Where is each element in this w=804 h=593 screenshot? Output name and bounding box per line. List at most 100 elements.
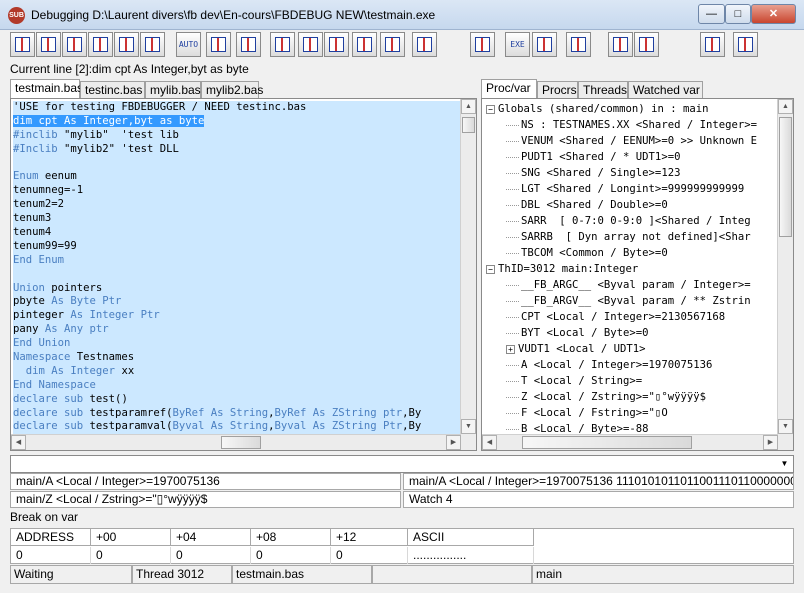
memory-header-address[interactable]: ADDRESS <box>11 529 91 546</box>
toolbar-stop-end-button[interactable] <box>236 32 261 57</box>
editor-horizontal-scrollbar[interactable]: ◀ ▶ <box>11 434 461 450</box>
code-line[interactable]: End Namespace <box>13 379 463 393</box>
code-line[interactable]: pbyte As Byte Ptr <box>13 295 463 309</box>
code-line[interactable] <box>13 268 463 282</box>
code-line[interactable]: End Enum <box>13 254 463 268</box>
tree-view[interactable]: − Globals (shared/common) in : main NS : T… <box>484 101 776 434</box>
scroll-thumb[interactable] <box>522 436 692 449</box>
watch-2[interactable]: main/A <Local / Integer>=1970075136 1110… <box>403 473 794 490</box>
code-line[interactable]: declare sub test() <box>13 393 463 407</box>
memory-header-08[interactable]: +08 <box>251 529 331 546</box>
scroll-thumb[interactable] <box>462 117 475 133</box>
code-line[interactable]: tenum4 <box>13 226 463 240</box>
tree-node[interactable]: SNG <Shared / Single>=123 <box>484 165 776 181</box>
scroll-right-icon[interactable]: ▶ <box>446 435 461 450</box>
code-line[interactable]: #Inclib "mylib2" 'test DLL <box>13 143 463 157</box>
memory-cell[interactable]: 0 <box>91 547 171 564</box>
code-line[interactable]: dim As Integer xx <box>13 365 463 379</box>
source-editor[interactable]: 'USE for testing FBDEBUGGER / NEED testi… <box>10 98 477 451</box>
memory-cell-ascii[interactable]: ................ <box>408 547 534 564</box>
close-button[interactable]: ✕ <box>751 4 796 24</box>
tree-node[interactable]: + VUDT1 <Local / UDT1> <box>484 341 776 357</box>
code-line[interactable]: dim cpt As Integer,byt as byte <box>13 114 463 129</box>
expand-icon[interactable]: + <box>506 344 515 354</box>
code-line[interactable]: #inclib "mylib" 'test lib <box>13 129 463 143</box>
code-line[interactable]: pinteger As Integer Ptr <box>13 309 463 323</box>
toolbar-kill-button[interactable] <box>270 32 295 57</box>
scroll-thumb[interactable] <box>221 436 261 449</box>
toolbar-tools-button[interactable] <box>608 32 633 57</box>
scroll-up-icon[interactable]: ▲ <box>461 99 476 114</box>
collapse-icon[interactable]: − <box>486 104 495 114</box>
code-line[interactable]: Namespace Testnames <box>13 351 463 365</box>
collapse-icon[interactable]: − <box>486 264 495 274</box>
tree-node[interactable]: PUDT1 <Shared / * UDT1>=0 <box>484 149 776 165</box>
toolbar-breakpoint-temp-button[interactable] <box>324 32 349 57</box>
toolbar-exe-mod-button[interactable] <box>470 32 495 57</box>
code-line[interactable]: Union pointers <box>13 282 463 296</box>
tab-mylib-bas[interactable]: mylib.bas <box>145 81 201 99</box>
code-line[interactable]: End Union <box>13 337 463 351</box>
tree-node[interactable]: BYT <Local / Byte>=0 <box>484 325 776 341</box>
code-line[interactable]: tenum2=2 <box>13 198 463 212</box>
tree-node[interactable]: SARR [ 0-7:0 0-9:0 ]<Shared / Integ <box>484 213 776 229</box>
toolbar-step-over-button[interactable] <box>36 32 61 57</box>
scroll-right-icon[interactable]: ▶ <box>763 435 778 450</box>
scroll-left-icon[interactable]: ◀ <box>11 435 26 450</box>
toolbar-skip-button[interactable] <box>352 32 377 57</box>
tree-node[interactable]: TBCOM <Common / Byte>=0 <box>484 245 776 261</box>
tree-node[interactable]: __FB_ARGC__ <Byval param / Integer>= <box>484 277 776 293</box>
tree-node[interactable]: LGT <Shared / Longint>=999999999999 <box>484 181 776 197</box>
code-line[interactable]: tenum3 <box>13 212 463 226</box>
toolbar-run-end-button[interactable] <box>206 32 231 57</box>
chevron-down-icon[interactable]: ▼ <box>777 457 792 471</box>
toolbar-step-button[interactable] <box>10 32 35 57</box>
variable-tree[interactable]: − Globals (shared/common) in : main NS : T… <box>481 98 794 451</box>
memory-cell[interactable]: 0 <box>331 547 408 564</box>
tree-node[interactable]: − ThID=3012 main:Integer <box>484 261 776 277</box>
toolbar-proc-button[interactable] <box>566 32 591 57</box>
tree-node[interactable]: VENUM <Shared / EENUM>=0 >> Unknown E <box>484 133 776 149</box>
tree-node[interactable]: NS : TESTNAMES.XX <Shared / Integer>= <box>484 117 776 133</box>
code-line[interactable]: 'USE for testing FBDEBUGGER / NEED testi… <box>13 101 463 115</box>
code-view[interactable]: 'USE for testing FBDEBUGGER / NEED testi… <box>13 101 463 436</box>
toolbar-list-a-button[interactable] <box>634 32 659 57</box>
editor-vertical-scrollbar[interactable]: ▲ ▼ <box>460 99 476 450</box>
toolbar-memory-button[interactable] <box>532 32 557 57</box>
maximize-button[interactable]: □ <box>725 4 751 24</box>
toolbar-run-to-cursor-button[interactable] <box>88 32 113 57</box>
tree-node[interactable]: − Globals (shared/common) in : main <box>484 101 776 117</box>
toolbar-step-out-button[interactable] <box>62 32 87 57</box>
memory-header-00[interactable]: +00 <box>91 529 171 546</box>
toolbar-fast-run-button[interactable] <box>114 32 139 57</box>
tab-threads[interactable]: Threads <box>578 81 628 99</box>
tree-node[interactable]: DBL <Shared / Double>=0 <box>484 197 776 213</box>
memory-cell[interactable]: 0 <box>251 547 331 564</box>
memory-header-ascii[interactable]: ASCII <box>408 529 534 546</box>
memory-cell[interactable]: 0 <box>171 547 251 564</box>
tab-mylib2-bas[interactable]: mylib2.bas <box>201 81 263 99</box>
tab-watched-var[interactable]: Watched var <box>628 81 703 99</box>
tree-node[interactable]: SARRB [ Dyn array not defined]<Shar <box>484 229 776 245</box>
tree-node[interactable]: __FB_ARGV__ <Byval param / ** Zstrin <box>484 293 776 309</box>
watch-4[interactable]: Watch 4 <box>403 491 794 508</box>
toolbar-auto-button[interactable]: AUTO <box>176 32 201 57</box>
tab-proc-var[interactable]: Proc/var <box>481 79 537 99</box>
scroll-down-icon[interactable]: ▼ <box>778 419 793 434</box>
toolbar-stop-button[interactable] <box>412 32 437 57</box>
toolbar-breakpoint-button[interactable] <box>298 32 323 57</box>
memory-header-12[interactable]: +12 <box>331 529 408 546</box>
memory-cell[interactable]: 0 <box>11 547 91 564</box>
tree-node[interactable]: A <Local / Integer>=1970075136 <box>484 357 776 373</box>
toolbar-list-c-button[interactable] <box>733 32 758 57</box>
tab-testmain-bas[interactable]: testmain.bas <box>10 79 83 99</box>
code-line[interactable]: declare sub testparamval(Byval As String… <box>13 420 463 434</box>
scroll-thumb[interactable] <box>779 117 792 237</box>
tree-horizontal-scrollbar[interactable]: ◀ ▶ <box>482 434 778 450</box>
code-line[interactable]: Enum eenum <box>13 170 463 184</box>
toolbar-show-line-button[interactable] <box>380 32 405 57</box>
tab-testinc-bas[interactable]: testinc.bas <box>80 81 145 99</box>
memory-dump[interactable]: ADDRESS +00 +04 +08 +12 ASCII 0 0 0 0 0 … <box>10 528 794 564</box>
tree-node[interactable]: Z <Local / Zstring>="▯°wÿÿÿÿ$ <box>484 389 776 405</box>
scroll-up-icon[interactable]: ▲ <box>778 99 793 114</box>
